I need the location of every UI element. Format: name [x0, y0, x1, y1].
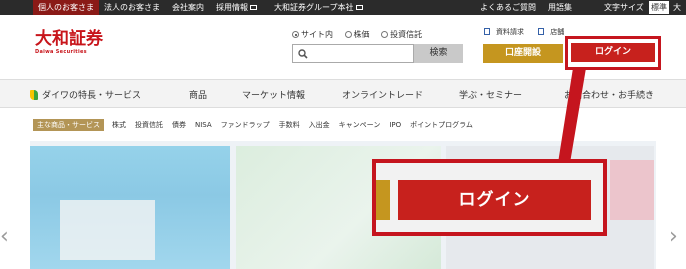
zoom-login-button[interactable]: ログイン [398, 180, 591, 220]
zoom-open-account-fragment [376, 180, 390, 220]
login-zoom-callout: ログイン [372, 159, 607, 236]
